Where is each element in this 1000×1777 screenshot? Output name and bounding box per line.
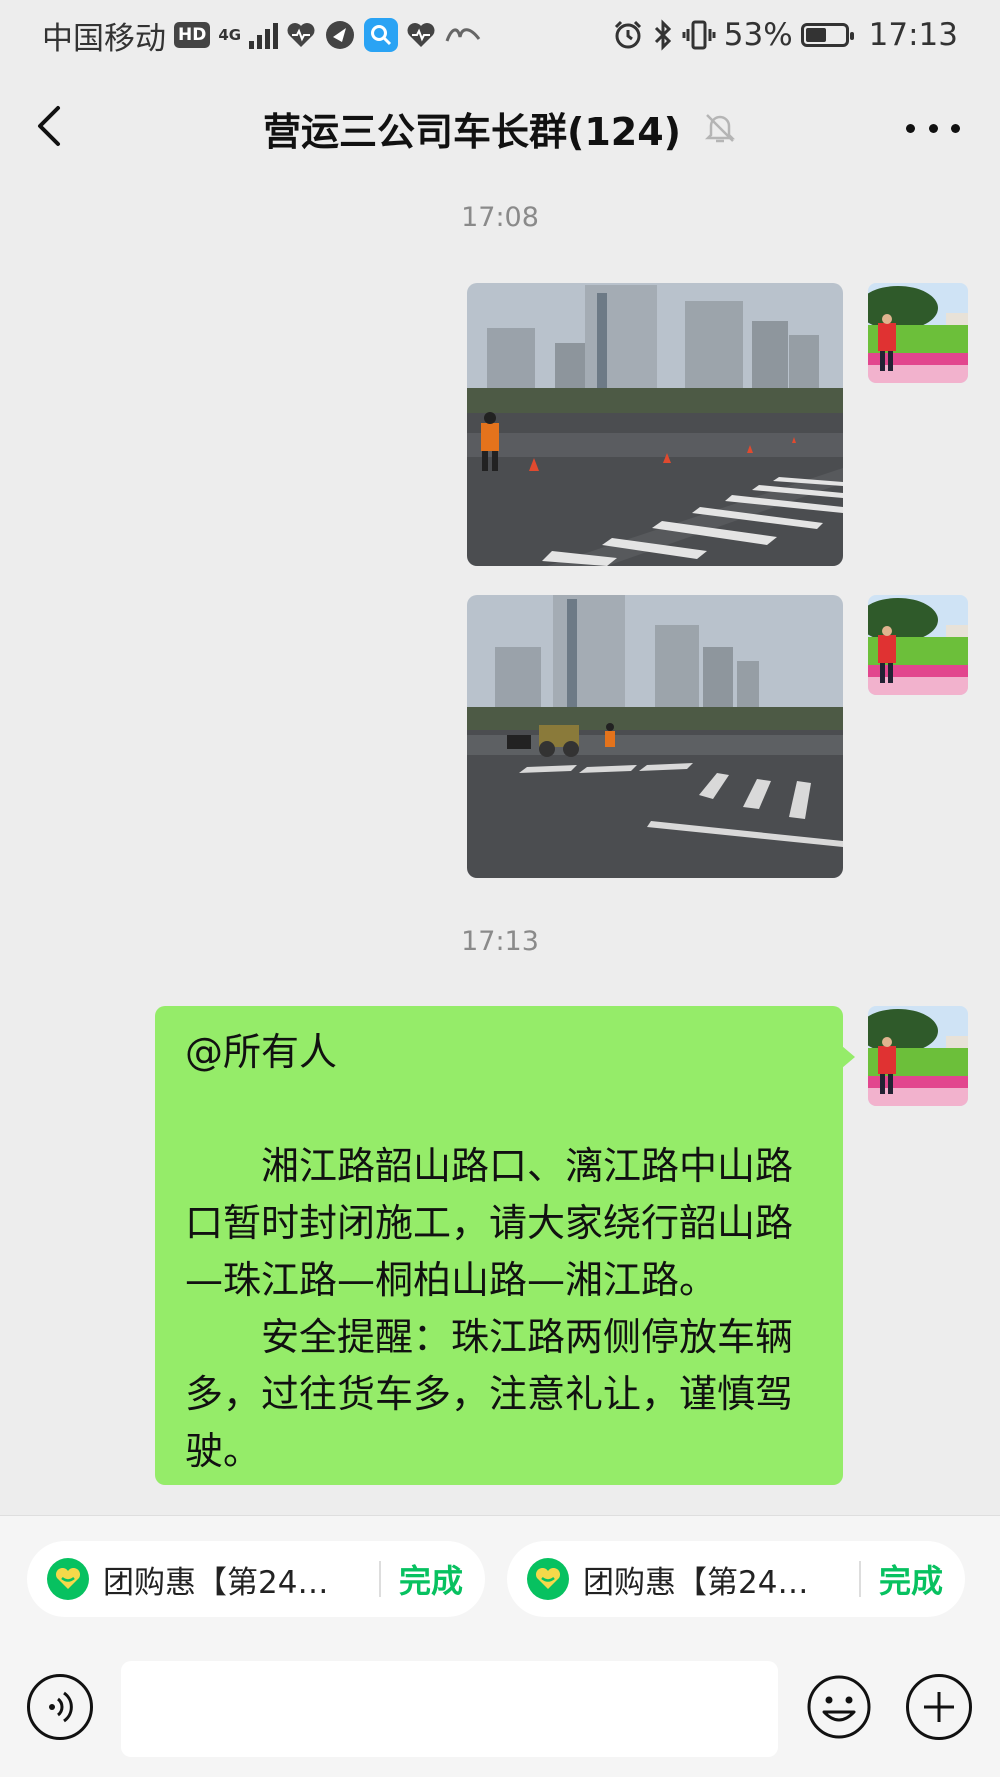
battery-icon xyxy=(800,23,854,47)
construction-photo xyxy=(467,595,843,878)
chat-input-area: 团购惠【第24… 完成 团购惠【第24… 完成 xyxy=(0,1515,1000,1777)
voice-input-button[interactable] xyxy=(27,1674,93,1740)
vibrate-icon xyxy=(682,20,716,50)
more-options-button[interactable] xyxy=(906,108,960,148)
more-functions-button[interactable] xyxy=(906,1674,972,1740)
signal-icon xyxy=(249,21,279,49)
mini-program-chip[interactable]: 团购惠【第24… 完成 xyxy=(507,1541,965,1617)
heart-rate-icon xyxy=(407,23,435,47)
image-message[interactable] xyxy=(467,595,843,878)
emoji-button[interactable] xyxy=(806,1674,872,1740)
avatar[interactable] xyxy=(868,1006,968,1106)
avatar[interactable] xyxy=(868,595,968,695)
mention-text: @所有人 xyxy=(185,1030,338,1074)
message-paragraph: 湘江路韶山路口、漓江路中山路口暂时封闭施工，请大家绕行韶山路—珠江路—桐柏山路—… xyxy=(185,1144,794,1302)
chip-done-button[interactable]: 完成 xyxy=(399,1556,463,1602)
tuangouhui-logo-icon xyxy=(527,1558,569,1600)
xuexi-app-icon xyxy=(445,28,481,42)
muted-bell-icon xyxy=(705,114,736,143)
chip-done-button[interactable]: 完成 xyxy=(879,1556,943,1602)
avatar-image xyxy=(868,595,968,695)
message-timestamp: 17:13 xyxy=(461,926,539,957)
divider xyxy=(378,1561,381,1597)
chat-title: 营运三公司车长群(124) xyxy=(262,109,682,154)
network-label: 4G xyxy=(218,26,242,44)
voice-icon xyxy=(49,1691,73,1723)
plus-icon xyxy=(924,1692,954,1722)
status-bar: 中国移动 HD 4G 53% 17:13 xyxy=(0,0,1000,70)
divider xyxy=(858,1561,861,1597)
text-message-bubble[interactable]: @所有人 湘江路韶山路口、漓江路中山路口暂时封闭施工，请大家绕行韶山路—珠江路—… xyxy=(155,1006,855,1485)
avatar[interactable] xyxy=(868,283,968,383)
dot-icon xyxy=(951,123,960,133)
tuangouhui-logo-icon xyxy=(47,1558,89,1600)
dot-icon xyxy=(928,123,938,133)
mini-program-chip[interactable]: 团购惠【第24… 完成 xyxy=(27,1541,485,1617)
hd-badge: HD xyxy=(174,22,211,48)
street-photo xyxy=(467,283,843,566)
message-input[interactable] xyxy=(121,1661,778,1757)
bird-app-icon xyxy=(326,21,355,49)
clock: 17:13 xyxy=(868,17,958,53)
chip-label: 团购惠【第24… xyxy=(583,1564,809,1601)
heart-rate-icon xyxy=(287,23,315,47)
alarm-icon xyxy=(614,20,641,49)
avatar-image xyxy=(868,1006,968,1106)
back-arrow-icon[interactable] xyxy=(30,104,74,148)
carrier-label: 中国移动 xyxy=(42,20,166,57)
image-message[interactable] xyxy=(467,283,843,566)
bluetooth-icon xyxy=(654,19,671,51)
search-app-icon xyxy=(364,18,399,52)
battery-percent: 53% xyxy=(723,17,793,53)
message-paragraph: 安全提醒：珠江路两侧停放车辆多，过往货车多，注意礼让，谨慎驾驶。 xyxy=(185,1315,794,1473)
message-timestamp: 17:08 xyxy=(461,202,539,233)
avatar-image xyxy=(868,283,968,383)
chip-label: 团购惠【第24… xyxy=(103,1564,329,1601)
dot-icon xyxy=(906,123,915,133)
chat-header: 营运三公司车长群(124) xyxy=(0,70,1000,186)
